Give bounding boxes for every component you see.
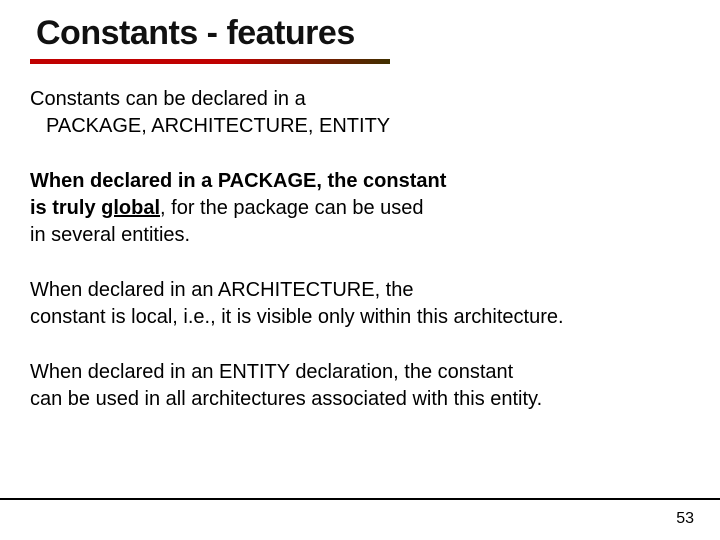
text-line: PACKAGE, ARCHITECTURE, ENTITY — [46, 113, 690, 140]
text: , for the package can be used — [160, 197, 424, 219]
paragraph-4: When declared in an ENTITY declaration, … — [30, 359, 690, 413]
title-underline — [30, 59, 390, 64]
bold-underline-text: global — [101, 197, 160, 219]
bold-text: When declared in a PACKAGE, the constant — [30, 170, 446, 192]
paragraph-1: Constants can be declared in a PACKAGE, … — [30, 86, 690, 140]
slide: Constants - features Constants can be de… — [0, 0, 720, 540]
page-title: Constants - features — [36, 14, 690, 53]
text-line: can be used in all architectures associa… — [30, 386, 690, 413]
paragraph-3: When declared in an ARCHITECTURE, the co… — [30, 277, 690, 331]
text-line: When declared in an ENTITY declaration, … — [30, 359, 690, 386]
text-line: When declared in an ARCHITECTURE, the — [30, 277, 690, 304]
text-line: Constants can be declared in a — [30, 86, 690, 113]
body-content: Constants can be declared in a PACKAGE, … — [30, 86, 690, 413]
text-line: in several entities. — [30, 222, 690, 249]
footer-rule — [0, 498, 720, 500]
text-line: When declared in a PACKAGE, the constant — [30, 168, 690, 195]
text-line: constant is local, i.e., it is visible o… — [30, 304, 690, 331]
text-line: is truly global, for the package can be … — [30, 195, 690, 222]
page-number: 53 — [676, 510, 694, 528]
paragraph-2: When declared in a PACKAGE, the constant… — [30, 168, 690, 249]
bold-text: is truly — [30, 197, 101, 219]
